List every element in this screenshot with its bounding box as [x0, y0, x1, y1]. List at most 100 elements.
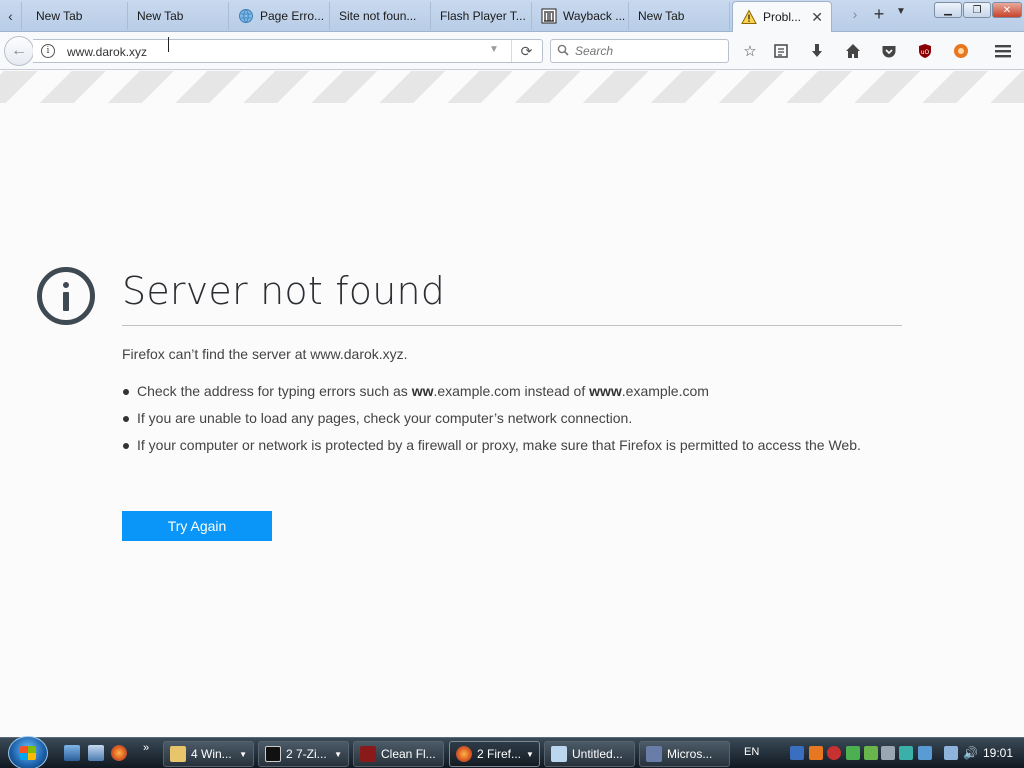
list-item: If you are unable to load any pages, che…: [122, 408, 902, 428]
tray-alert-icon[interactable]: [827, 746, 841, 760]
taskbar-button[interactable]: Micros...: [639, 741, 730, 767]
hamburger-menu-icon[interactable]: [993, 41, 1013, 61]
info-circle-icon: [37, 267, 95, 325]
bookmark-star-icon[interactable]: ☆: [740, 41, 760, 61]
navigation-toolbar: ← i www.darok.xyz ▼ ⟳ ☆ uO: [0, 32, 1024, 70]
taskbar-button-label: Untitled...: [572, 747, 623, 761]
dropdown-arrow-icon[interactable]: ▼: [489, 44, 499, 55]
close-icon: ✕: [1002, 4, 1012, 16]
language-indicator[interactable]: EN: [744, 746, 759, 758]
page-title: Server not found: [122, 269, 446, 313]
search-input[interactable]: [575, 43, 725, 59]
minimize-icon: ▁: [944, 4, 952, 16]
tab[interactable]: Flash Player T...: [432, 2, 532, 30]
restore-button[interactable]: ❐: [963, 2, 991, 18]
taskbar-button-label: Clean Fl...: [381, 747, 436, 761]
suggestion-text: .example.com instead of: [433, 383, 590, 399]
show-desktop-icon[interactable]: [64, 745, 80, 761]
close-window-button[interactable]: ✕: [992, 2, 1022, 18]
tray-sync-icon[interactable]: [918, 746, 932, 760]
flash-icon: [360, 746, 376, 762]
tab-label: New Tab: [137, 9, 184, 23]
tab-active[interactable]: Probl... ✕: [732, 1, 832, 32]
taskbar-button-label: 2 Firef...: [477, 747, 522, 761]
tab[interactable]: New Tab: [630, 2, 730, 30]
globe-icon: [238, 8, 254, 24]
tab[interactable]: Wayback ...: [533, 2, 629, 30]
home-icon[interactable]: [843, 41, 863, 61]
download-icon[interactable]: [807, 41, 827, 61]
try-again-button[interactable]: Try Again: [122, 511, 272, 541]
reading-list-icon[interactable]: [771, 41, 791, 61]
url-text[interactable]: www.darok.xyz: [67, 45, 147, 59]
error-stripe-banner: [0, 71, 1024, 103]
tab[interactable]: Page Erro...: [230, 2, 330, 30]
reload-icon[interactable]: ⟳: [511, 40, 541, 62]
suggestion-list: Check the address for typing errors such…: [122, 381, 902, 462]
firefox-icon: [456, 746, 472, 762]
tab-strip: ‹ New Tab New Tab Page Erro... Site not …: [0, 0, 1024, 32]
taskbar-button-label: 4 Win...: [191, 747, 232, 761]
tray-security-icon[interactable]: [899, 746, 913, 760]
search-icon: [557, 44, 569, 59]
taskbar: » 4 Win... ▼ 2 7-Zi... ▼ Clean Fl... 2 F…: [0, 736, 1024, 768]
notepad-icon: [551, 746, 567, 762]
windows-logo-icon: [20, 746, 36, 760]
arrow-left-icon: ←: [11, 42, 27, 59]
list-item: If your computer or network is protected…: [122, 435, 902, 455]
firefox-icon[interactable]: [111, 745, 127, 761]
back-button[interactable]: ←: [4, 36, 34, 66]
tab-label: Wayback ...: [563, 9, 626, 23]
warning-icon: [741, 9, 757, 25]
tab-label: Flash Player T...: [440, 9, 526, 23]
explorer-icon[interactable]: [88, 745, 104, 761]
tray-check-icon[interactable]: [846, 746, 860, 760]
chevron-left-icon: ‹: [8, 8, 13, 24]
tray-device-icon[interactable]: [881, 746, 895, 760]
taskbar-button[interactable]: Clean Fl...: [353, 741, 444, 767]
chevron-right-icon[interactable]: ›: [846, 6, 864, 26]
tab-scroll-left-button[interactable]: ‹: [0, 2, 22, 30]
suggestion-bold-text: www: [589, 383, 622, 399]
svg-text:uO: uO: [921, 49, 930, 56]
7zip-icon: [265, 746, 281, 762]
search-bar[interactable]: [550, 39, 729, 63]
extension-icon[interactable]: [951, 41, 971, 61]
suggestion-bold-text: ww: [411, 383, 434, 399]
start-button[interactable]: [8, 736, 48, 768]
taskbar-button[interactable]: 2 7-Zi... ▼: [258, 741, 349, 767]
tab-label: New Tab: [638, 9, 685, 23]
tab[interactable]: New Tab: [28, 2, 128, 30]
info-icon[interactable]: i: [41, 44, 55, 58]
chevron-double-right-icon[interactable]: »: [143, 742, 149, 754]
url-bar[interactable]: i www.darok.xyz ▼ ⟳: [33, 39, 543, 63]
pocket-icon[interactable]: [879, 41, 899, 61]
tab[interactable]: New Tab: [129, 2, 229, 30]
close-tab-icon[interactable]: ✕: [811, 9, 823, 26]
new-tab-button[interactable]: +: [868, 4, 890, 26]
tray-network-icon[interactable]: [790, 746, 804, 760]
tab-label: New Tab: [36, 9, 83, 23]
tray-user-icon[interactable]: [864, 746, 878, 760]
taskbar-button[interactable]: Untitled...: [544, 741, 635, 767]
taskbar-button-label: Micros...: [667, 747, 713, 761]
folder-icon: [170, 746, 186, 762]
suggestion-text: Check the address for typing errors such…: [137, 383, 412, 399]
suggestion-text: .example.com: [621, 383, 709, 399]
chevron-down-icon: ▼: [526, 749, 534, 759]
minimize-button[interactable]: ▁: [934, 2, 962, 18]
tab[interactable]: Site not foun...: [331, 2, 431, 30]
tray-app-icon[interactable]: [809, 746, 823, 760]
taskbar-button[interactable]: 4 Win... ▼: [163, 741, 254, 767]
tab-label: Probl...: [763, 10, 802, 24]
taskbar-button-active[interactable]: 2 Firef... ▼: [449, 741, 540, 767]
tray-display-icon[interactable]: [944, 746, 958, 760]
tab-list-dropdown-icon[interactable]: ▼: [894, 6, 908, 26]
chevron-down-icon: ▼: [334, 749, 342, 759]
app-icon: [646, 746, 662, 762]
volume-icon[interactable]: 🔊: [963, 746, 978, 760]
ublock-icon[interactable]: uO: [915, 41, 935, 61]
clock[interactable]: 19:01: [983, 746, 1013, 760]
error-page: Server not found Firefox can’t find the …: [0, 103, 1024, 737]
divider: [122, 325, 902, 326]
